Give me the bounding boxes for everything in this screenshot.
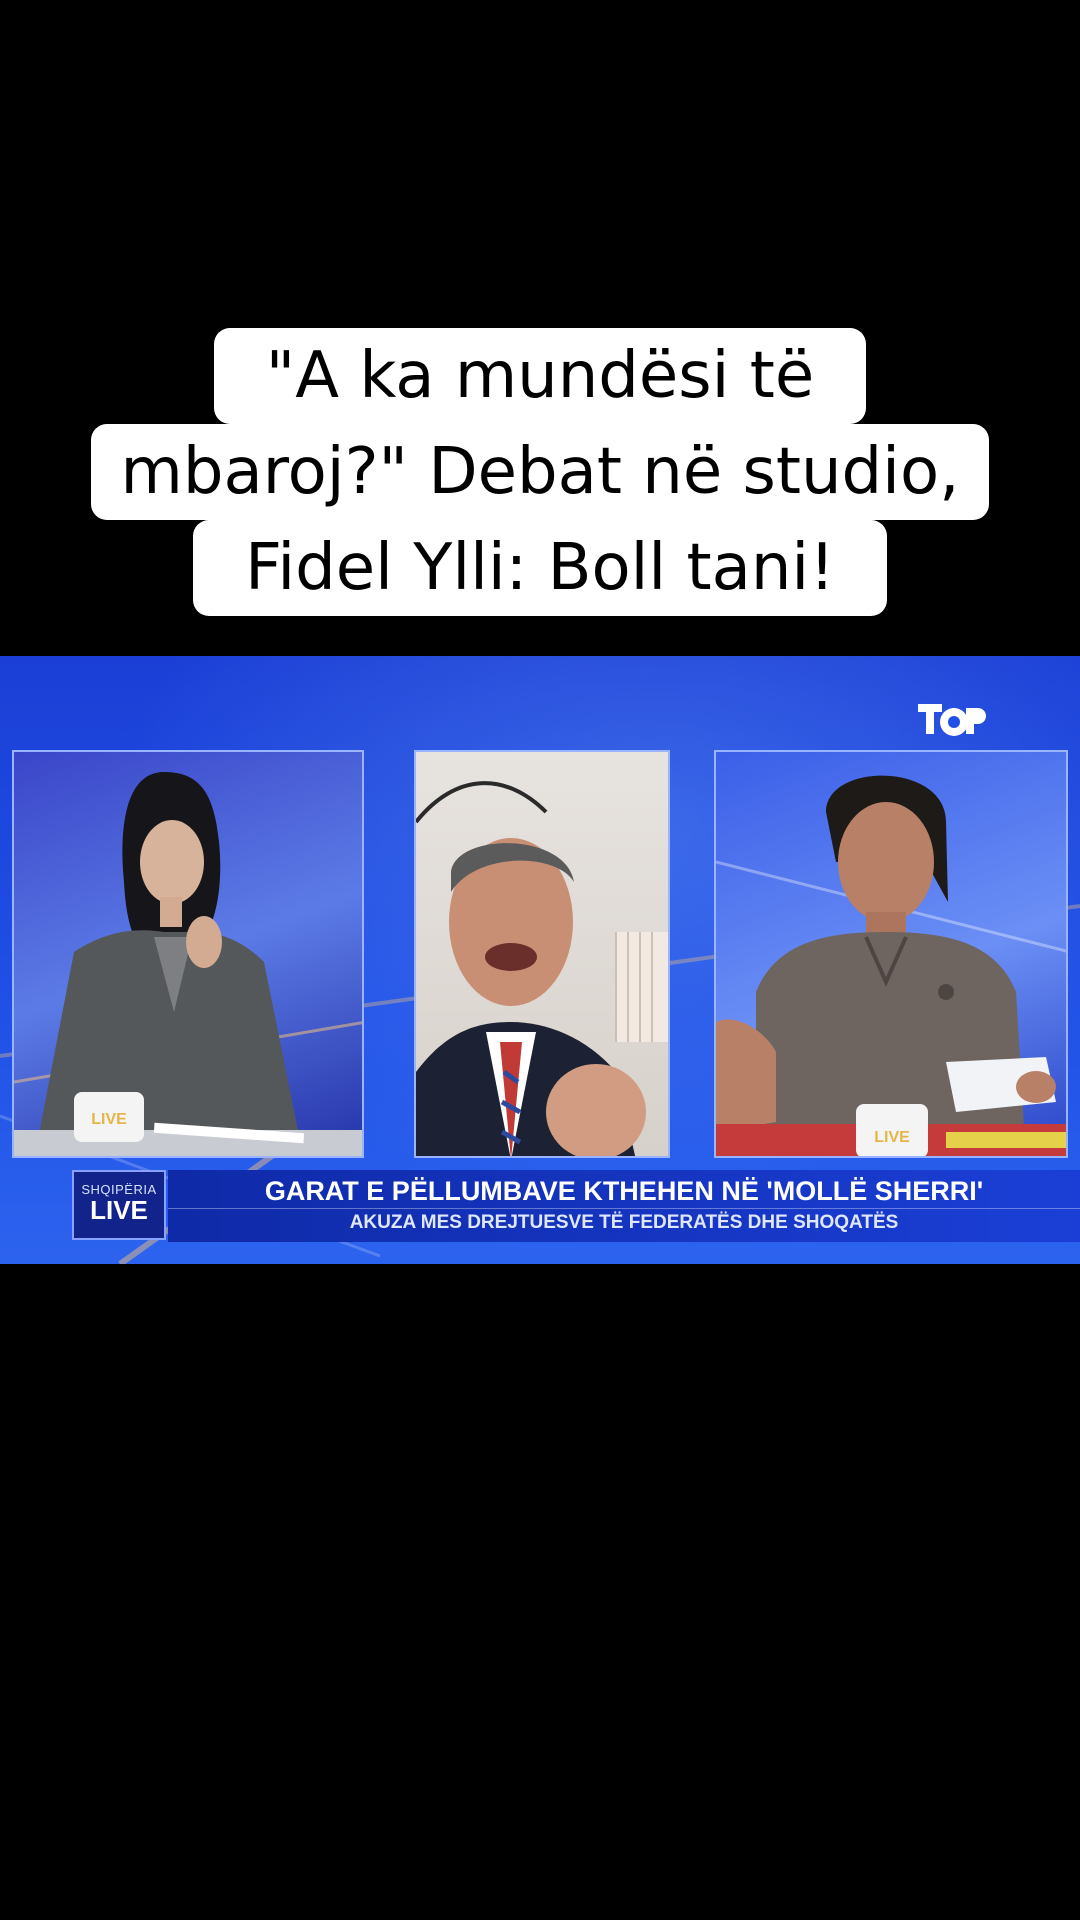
ticker-headline: GARAT E PËLLUMBAVE KTHEHEN NË 'MOLLË SHE…: [264, 1176, 984, 1206]
remote-guest-figure: [416, 781, 668, 1156]
news-ticker: SHQIPËRIA LIVE GARAT E PËLLUMBAVE KTHEHE…: [72, 1170, 1080, 1242]
caption-line-3: Fidel Ylli: Boll tani!: [193, 520, 887, 616]
video-frame[interactable]: LIVE LIVE SHQIPËRIA LIVE GARAT E PËLLUMB…: [0, 656, 1080, 1264]
video-caption: "A ka mundësi të mbaroj?" Debat në studi…: [0, 328, 1080, 616]
mug-label: LIVE: [874, 1129, 910, 1146]
ticker-divider: [168, 1208, 1080, 1209]
ticker-subheadline: AKUZA MES DREJTUESVE TË FEDERATËS DHE SH…: [349, 1212, 899, 1233]
studio-guest-panel: LIVE: [714, 750, 1068, 1158]
presenter-figure: LIVE: [14, 772, 362, 1156]
caption-line-1: "A ka mundësi të: [213, 328, 867, 424]
top-channel-logo-icon: [918, 704, 986, 736]
mug-label: LIVE: [91, 1111, 127, 1128]
studio-guest-figure: LIVE: [716, 775, 1066, 1156]
show-logo: SHQIPËRIA LIVE: [72, 1170, 166, 1240]
show-label-big: LIVE: [90, 1195, 148, 1225]
caption-line-2: mbaroj?" Debat në studio,: [90, 424, 990, 520]
remote-guest-panel: [414, 750, 670, 1158]
presenter-panel: LIVE: [12, 750, 364, 1158]
